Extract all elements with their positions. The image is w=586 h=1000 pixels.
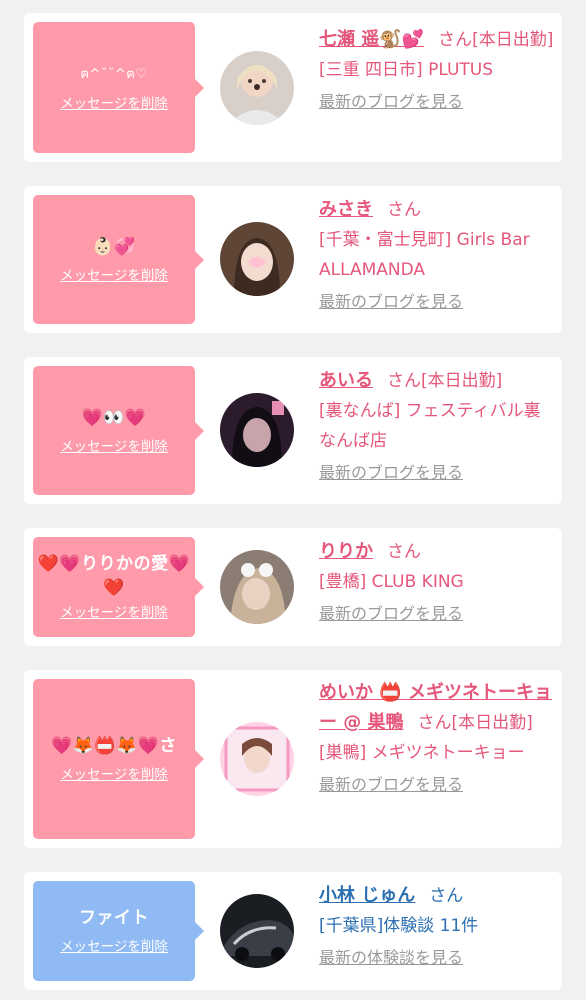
sender-info: 七瀬 遥🐒💕 さん[本日出勤] [三重 四日市] PLUTUS 最新のブログを見る (319, 25, 555, 117)
sender-info: めいか 📛 メギツネトーキョー @ 巣鴨 さん[本日出勤] [巣鴨] メギツネトー… (319, 678, 555, 800)
delete-message-link[interactable]: メッセージを削除 (60, 604, 168, 622)
delete-message-link[interactable]: メッセージを削除 (60, 438, 168, 456)
delete-message-link[interactable]: メッセージを削除 (60, 95, 168, 113)
shop-location: [裏なんば] フェスティバル裏なんば店 (319, 401, 541, 451)
message-bubble: 👶🏻💞 メッセージを削除 (33, 195, 204, 324)
sender-info: りりか さん [豊橋] CLUB KING 最新のブログを見る (319, 537, 555, 629)
honorific: さん (438, 30, 473, 50)
status-badge: [本日出勤] (451, 713, 533, 733)
honorific: さん (387, 200, 421, 220)
sender-name[interactable]: 七瀬 遥🐒💕 (319, 29, 424, 50)
sender-name[interactable]: 小林 じゅん (319, 885, 415, 906)
message-card: ❤️💗りりかの愛💗❤️ メッセージを削除 りりか さん [豊橋] CLUB KIN… (24, 528, 562, 646)
message-text: ❤️💗りりかの愛💗❤️ (37, 554, 191, 598)
honorific: さん (387, 371, 421, 391)
message-text: ファイト (79, 908, 149, 928)
latest-review-link[interactable]: 最新の体験談を見る (319, 943, 463, 973)
sender-name[interactable]: みさき (319, 199, 373, 220)
latest-blog-link[interactable]: 最新のブログを見る (319, 87, 463, 117)
delete-message-link[interactable]: メッセージを削除 (60, 938, 168, 956)
message-list: ฅ^˘˘^ฅ♡ メッセージを削除 七瀬 遥🐒💕 さん[本日出勤] [三重 四日市]… (0, 0, 586, 1000)
delete-message-link[interactable]: メッセージを削除 (60, 267, 168, 285)
message-text: 💗👀💗 (81, 407, 147, 428)
message-bubble: 💗🦊📛🦊💗さ メッセージを削除 (33, 679, 204, 839)
latest-blog-link[interactable]: 最新のブログを見る (319, 458, 463, 488)
avatar[interactable] (220, 222, 294, 296)
honorific: さん (387, 542, 421, 562)
sender-info: あいる さん[本日出勤] [裏なんば] フェスティバル裏なんば店 最新のブログを見… (319, 366, 555, 488)
avatar[interactable] (220, 51, 294, 125)
message-bubble: ファイト メッセージを削除 (33, 881, 204, 981)
delete-message-link[interactable]: メッセージを削除 (60, 766, 168, 784)
honorific: さん (417, 713, 452, 733)
sender-info: みさき さん [千葉・富士見町] Girls Bar ALLAMANDA 最新のブ… (319, 195, 555, 317)
latest-blog-link[interactable]: 最新のブログを見る (319, 770, 463, 800)
sender-name[interactable]: あいる (319, 370, 373, 391)
message-bubble: 💗👀💗 メッセージを削除 (33, 366, 204, 495)
message-text: 💗🦊📛🦊💗さ (51, 736, 177, 756)
message-bubble: ฅ^˘˘^ฅ♡ メッセージを削除 (33, 22, 204, 153)
sender-info: 小林 じゅん さん [千葉県]体験談 11件 最新の体験談を見る (319, 881, 555, 973)
message-text: 👶🏻💞 (92, 236, 136, 257)
shop-location: [豊橋] CLUB KING (319, 572, 464, 592)
status-badge: [本日出勤] (472, 30, 554, 50)
latest-blog-link[interactable]: 最新のブログを見る (319, 599, 463, 629)
shop-location: [巣鴨] メギツネトーキョー (319, 743, 525, 763)
message-text: ฅ^˘˘^ฅ♡ (80, 66, 148, 82)
message-card: 💗👀💗 メッセージを削除 あいる さん[本日出勤] [裏なんば] フェスティバル裏… (24, 357, 562, 504)
avatar[interactable] (220, 550, 294, 624)
shop-location: [千葉・富士見町] Girls Bar ALLAMANDA (319, 230, 530, 280)
message-card: 💗🦊📛🦊💗さ メッセージを削除 めいか 📛 メギツネトーキョー @ 巣鴨 さん[本… (24, 670, 562, 848)
message-card: ฅ^˘˘^ฅ♡ メッセージを削除 七瀬 遥🐒💕 さん[本日出勤] [三重 四日市]… (24, 13, 562, 162)
message-card: ファイト メッセージを削除 小林 じゅん さん [千葉県]体験談 11件 最新の体… (24, 872, 562, 990)
message-bubble: ❤️💗りりかの愛💗❤️ メッセージを削除 (33, 537, 204, 637)
shop-location: [三重 四日市] PLUTUS (319, 60, 494, 80)
latest-blog-link[interactable]: 最新のブログを見る (319, 287, 463, 317)
honorific: さん (429, 886, 464, 906)
status-badge: [本日出勤] (421, 371, 503, 391)
avatar[interactable] (220, 722, 294, 796)
avatar[interactable] (220, 393, 294, 467)
avatar[interactable] (220, 894, 294, 968)
sender-name[interactable]: りりか (319, 541, 373, 562)
shop-location: [千葉県]体験談 11件 (319, 916, 479, 936)
message-card: 👶🏻💞 メッセージを削除 みさき さん [千葉・富士見町] Girls Bar A… (24, 186, 562, 333)
